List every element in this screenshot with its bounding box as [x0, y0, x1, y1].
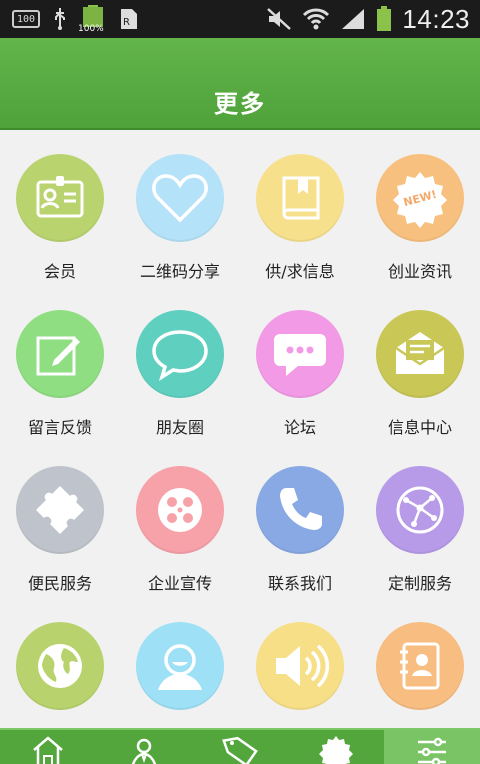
menu-item-feedback[interactable]: 留言反馈 — [0, 286, 120, 442]
chat-bubble-icon — [136, 310, 224, 398]
page-header: 更多 — [0, 38, 480, 130]
battery-percent-text: 100% — [78, 24, 104, 34]
menu-item-contact-us[interactable]: 联系我们 — [240, 442, 360, 598]
menu-item-message-center[interactable]: 信息中心 — [360, 286, 480, 442]
sale-tag-icon — [222, 736, 258, 764]
usb-icon — [52, 7, 68, 31]
menu-item-announcement[interactable] — [240, 598, 360, 728]
bottom-tab-bar — [0, 728, 480, 764]
home-icon — [33, 736, 63, 764]
new-badge-icon: NEW! — [376, 154, 464, 242]
menu-item-label: 联系我们 — [267, 574, 332, 593]
contacts-book-icon — [376, 622, 464, 710]
new-badge-icon — [319, 736, 353, 764]
book-icon — [256, 154, 344, 242]
status-bar: 100 100% R 14:23 — [0, 0, 480, 38]
status-right-icons: 14:23 — [266, 4, 470, 34]
settings-sliders-icon — [418, 737, 446, 764]
menu-item-convenience-services[interactable]: 便民服务 — [0, 442, 120, 598]
menu-item-label: 便民服务 — [27, 574, 92, 593]
envelope-icon — [376, 310, 464, 398]
menu-item-friends-circle[interactable]: 朋友圈 — [120, 286, 240, 442]
menu-item-custom-services[interactable]: 定制服务 — [360, 442, 480, 598]
menu-item-supply-demand[interactable]: 供/求信息 — [240, 130, 360, 286]
wifi-icon — [302, 7, 330, 31]
menu-item-qrcode-share[interactable]: 二维码分享 — [120, 130, 240, 286]
forum-bubble-icon — [256, 310, 344, 398]
signal-icon — [340, 7, 366, 31]
menu-item-globe[interactable] — [0, 598, 120, 728]
menu-item-label: 定制服务 — [387, 574, 452, 593]
menu-item-user[interactable] — [120, 598, 240, 728]
mute-icon — [266, 7, 292, 31]
menu-item-company-promo[interactable]: 企业宣传 — [120, 442, 240, 598]
tag-person-icon — [131, 738, 157, 764]
film-reel-icon — [136, 466, 224, 554]
page-title: 更多 — [214, 90, 266, 118]
tab-home[interactable] — [0, 730, 96, 764]
tab-sale[interactable] — [192, 730, 288, 764]
menu-item-label: 企业宣传 — [147, 574, 212, 593]
menu-item-member[interactable]: 会员 — [0, 130, 120, 286]
battery-charging-icon: 100% — [78, 4, 106, 34]
phone-icon — [256, 466, 344, 554]
heart-icon — [136, 154, 224, 242]
clock: 14:23 — [402, 3, 470, 34]
menu-item-label: 供/求信息 — [265, 262, 335, 281]
puzzle-icon — [16, 466, 104, 554]
network-globe-icon — [376, 466, 464, 554]
globe-icon — [16, 622, 104, 710]
tab-more[interactable] — [384, 730, 480, 764]
svg-text:R: R — [123, 17, 130, 28]
menu-grid: 会员 二维码分享 供/求信息 NEW! 创业资讯 留言反馈 朋友圈 论坛 信息中… — [0, 130, 480, 728]
edit-note-icon — [16, 310, 104, 398]
tab-new[interactable] — [288, 730, 384, 764]
menu-item-forum[interactable]: 论坛 — [240, 286, 360, 442]
status-left-icons: 100 100% R — [12, 4, 140, 34]
user-smile-icon — [136, 622, 224, 710]
menu-item-label: 留言反馈 — [27, 418, 92, 437]
member-card-icon — [16, 154, 104, 242]
storage-icon: 100 — [12, 10, 40, 28]
menu-item-label: 朋友圈 — [155, 418, 204, 437]
menu-item-label: 二维码分享 — [139, 262, 220, 281]
menu-item-contacts[interactable] — [360, 598, 480, 728]
menu-item-label: 信息中心 — [387, 418, 452, 437]
menu-item-label: 论坛 — [283, 418, 316, 437]
menu-item-label: 会员 — [43, 262, 76, 281]
speaker-icon — [256, 622, 344, 710]
menu-item-label: 创业资讯 — [387, 262, 452, 281]
tab-member[interactable] — [96, 730, 192, 764]
sim-icon: R — [118, 7, 140, 31]
battery-icon — [376, 5, 392, 33]
menu-item-startup-news[interactable]: NEW! 创业资讯 — [360, 130, 480, 286]
storage-badge-text: 100 — [16, 13, 36, 25]
